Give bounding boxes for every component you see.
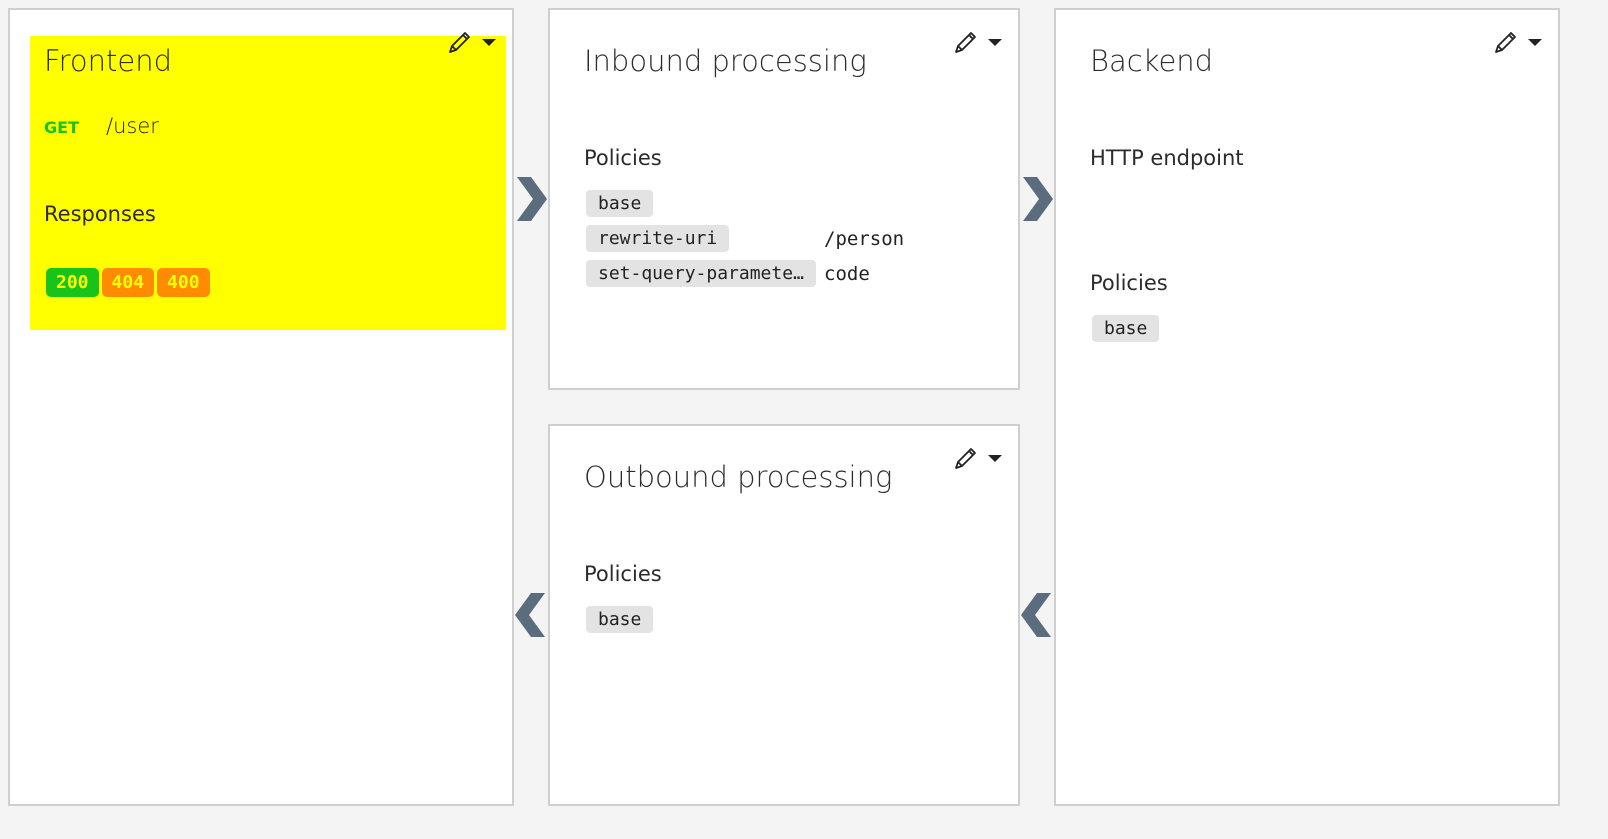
chevron-right-icon xyxy=(1023,177,1053,221)
http-endpoint-label: HTTP endpoint xyxy=(1090,146,1244,170)
policy-chip[interactable]: rewrite-uri xyxy=(586,225,730,252)
policy-chip[interactable]: base xyxy=(1092,315,1160,342)
inbound-policy-list: base rewrite-uri /person set-query-param… xyxy=(586,186,904,291)
chevron-left-icon xyxy=(1021,593,1051,637)
route-path: /user xyxy=(106,114,159,138)
pencil-icon[interactable] xyxy=(446,28,474,56)
backend-policies-label: Policies xyxy=(1090,271,1168,295)
backend-actions xyxy=(1492,28,1542,56)
outbound-policy-list: base xyxy=(586,602,654,637)
outbound-processing-panel[interactable]: Outbound processing Policies base xyxy=(548,424,1020,806)
backend-policy-list: base xyxy=(1092,311,1160,346)
frontend-actions xyxy=(446,28,496,56)
backend-panel[interactable]: Backend HTTP endpoint Policies base xyxy=(1054,8,1560,806)
policy-value: /person xyxy=(824,227,905,250)
caret-down-icon[interactable] xyxy=(988,454,1002,462)
policy-row: base xyxy=(586,186,816,221)
caret-down-icon[interactable] xyxy=(1528,38,1542,46)
pencil-icon[interactable] xyxy=(1492,28,1520,56)
chevron-left-icon xyxy=(515,593,545,637)
http-method: GET xyxy=(44,118,79,137)
inbound-title: Inbound processing xyxy=(584,44,867,78)
policy-chip[interactable]: base xyxy=(586,606,654,633)
status-badge[interactable]: 404 xyxy=(101,268,155,297)
policy-chip[interactable]: set-query-paramete… xyxy=(586,260,816,287)
policy-row: rewrite-uri /person xyxy=(586,221,904,256)
frontend-panel[interactable]: Frontend GET /user Responses 200 404 400 xyxy=(8,8,514,806)
inbound-processing-panel[interactable]: Inbound processing Policies base rewrite… xyxy=(548,8,1020,390)
backend-title: Backend xyxy=(1090,44,1214,78)
status-badge[interactable]: 200 xyxy=(46,268,99,297)
outbound-policies-label: Policies xyxy=(584,562,662,586)
status-badge[interactable]: 400 xyxy=(157,268,210,297)
policy-row: base xyxy=(1092,311,1160,346)
pencil-icon[interactable] xyxy=(952,28,980,56)
outbound-title: Outbound processing xyxy=(584,460,893,494)
policy-row: set-query-paramete… code xyxy=(586,256,870,291)
caret-down-icon[interactable] xyxy=(482,38,496,46)
policy-chip[interactable]: base xyxy=(586,190,654,217)
caret-down-icon[interactable] xyxy=(988,38,1002,46)
frontend-title: Frontend xyxy=(44,44,172,78)
policy-value: code xyxy=(824,262,870,285)
chevron-right-icon xyxy=(517,177,547,221)
policy-row: base xyxy=(586,602,654,637)
responses-list: 200 404 400 xyxy=(46,268,210,297)
outbound-actions xyxy=(952,444,1002,472)
pencil-icon[interactable] xyxy=(952,444,980,472)
responses-label: Responses xyxy=(44,202,156,226)
inbound-policies-label: Policies xyxy=(584,146,662,170)
inbound-actions xyxy=(952,28,1002,56)
